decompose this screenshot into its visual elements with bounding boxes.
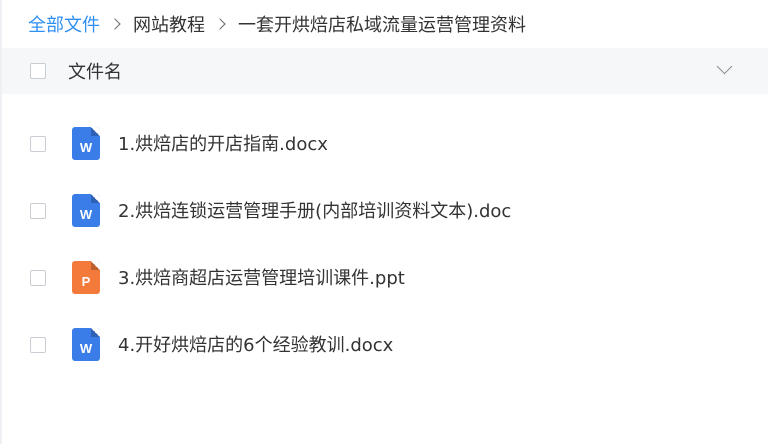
breadcrumb: 全部文件 网站教程 一套开烘焙店私域流量运营管理资料: [2, 0, 768, 48]
file-checkbox[interactable]: [30, 336, 46, 353]
file-list: W 1.烘焙店的开店指南.docx W 2.烘焙连锁运营管理手册(内部培训资料文…: [2, 112, 768, 380]
file-checkbox[interactable]: [30, 269, 46, 286]
ppt-doc-icon: P: [72, 261, 100, 294]
chevron-down-icon[interactable]: [718, 61, 730, 73]
file-name[interactable]: 2.烘焙连锁运营管理手册(内部培训资料文本).doc: [118, 197, 511, 223]
file-checkbox[interactable]: [30, 202, 46, 219]
word-doc-icon: W: [72, 328, 100, 361]
column-header-filename[interactable]: 文件名: [68, 58, 122, 84]
file-checkbox[interactable]: [30, 135, 46, 152]
select-all-checkbox[interactable]: [30, 63, 46, 79]
file-row[interactable]: P 3.烘焙商超店运营管理培训课件.ppt: [2, 246, 768, 313]
file-row[interactable]: W 2.烘焙连锁运营管理手册(内部培训资料文本).doc: [2, 179, 768, 246]
list-header: 文件名: [2, 48, 768, 94]
word-doc-icon: W: [72, 194, 100, 227]
file-name[interactable]: 1.烘焙店的开店指南.docx: [118, 130, 328, 156]
file-name[interactable]: 4.开好烘焙店的6个经验教训.docx: [118, 331, 393, 357]
breadcrumb-root-link[interactable]: 全部文件: [28, 11, 100, 37]
file-browser: 全部文件 网站教程 一套开烘焙店私域流量运营管理资料 文件名 W 1.烘焙店的开…: [0, 0, 768, 444]
chevron-right-icon: [107, 14, 127, 34]
file-name[interactable]: 3.烘焙商超店运营管理培训课件.ppt: [118, 264, 405, 290]
word-doc-icon: W: [72, 127, 100, 160]
file-row[interactable]: W 1.烘焙店的开店指南.docx: [2, 112, 768, 179]
file-row[interactable]: W 4.开好烘焙店的6个经验教训.docx: [2, 313, 768, 380]
breadcrumb-level1[interactable]: 网站教程: [133, 11, 205, 37]
chevron-right-icon: [212, 14, 232, 34]
breadcrumb-current: 一套开烘焙店私域流量运营管理资料: [238, 15, 526, 36]
